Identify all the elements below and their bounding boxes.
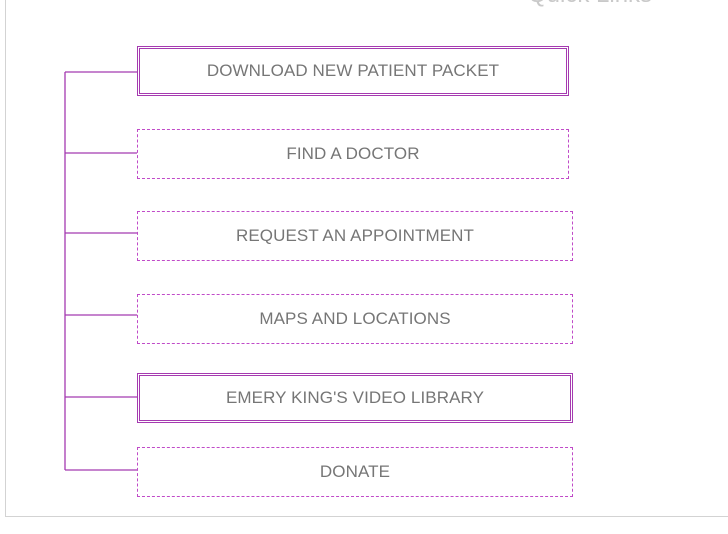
emery-kings-video-library-link[interactable]: EMERY KING'S VIDEO LIBRARY: [137, 373, 573, 423]
donate-link[interactable]: DONATE: [137, 447, 573, 497]
panel-title: Quick Links: [516, 0, 665, 9]
download-new-patient-packet-link[interactable]: DOWNLOAD NEW PATIENT PACKET: [137, 46, 569, 96]
find-a-doctor-link[interactable]: FIND A DOCTOR: [137, 129, 569, 179]
maps-and-locations-link[interactable]: MAPS AND LOCATIONS: [137, 294, 573, 344]
request-an-appointment-link[interactable]: REQUEST AN APPOINTMENT: [137, 211, 573, 261]
